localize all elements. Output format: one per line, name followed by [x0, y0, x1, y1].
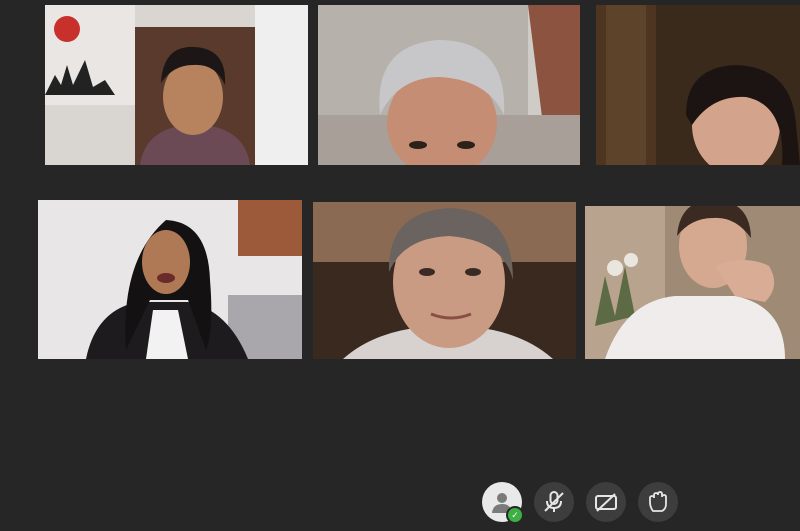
video-tile-participant-4[interactable]: [38, 200, 302, 359]
video-tile-participant-5[interactable]: [313, 202, 576, 359]
mic-off-icon: [544, 491, 564, 512]
check-icon: ✓: [506, 506, 524, 524]
participant-4-video: [38, 200, 302, 359]
video-tile-participant-2[interactable]: [318, 5, 580, 165]
participant-6-video: [585, 206, 800, 359]
meeting-controls: ✓: [482, 482, 678, 524]
self-view-button[interactable]: ✓: [482, 482, 524, 524]
camera-off-icon: [595, 493, 617, 512]
microphone-toggle-button[interactable]: [534, 482, 574, 522]
video-tile-participant-3[interactable]: [596, 5, 800, 165]
video-tile-participant-1[interactable]: [45, 5, 308, 165]
camera-toggle-button[interactable]: [586, 482, 626, 522]
participant-2-video: [318, 5, 580, 165]
video-tile-participant-6[interactable]: [585, 206, 800, 359]
participant-1-video: [45, 5, 308, 165]
hand-icon: [649, 491, 667, 512]
participant-3-video: [596, 5, 800, 165]
raise-hand-button[interactable]: [638, 482, 678, 522]
participant-5-video: [313, 202, 576, 359]
